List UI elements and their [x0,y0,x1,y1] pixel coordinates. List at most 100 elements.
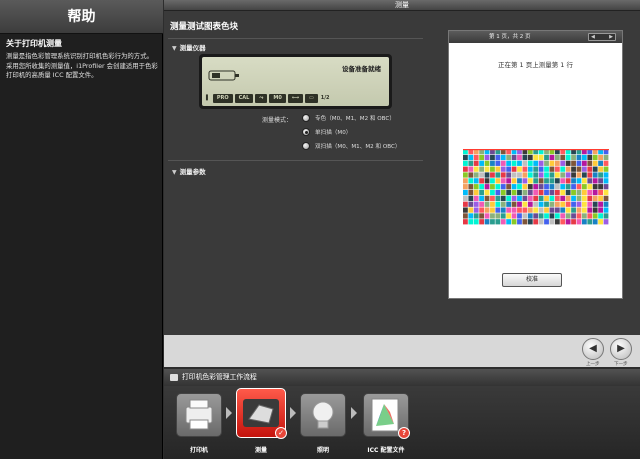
color-patch [533,184,539,190]
color-patch [592,160,598,166]
color-patch [490,160,495,166]
color-patch [517,207,522,213]
color-patch [511,195,517,202]
color-patch [495,189,501,196]
color-patch [495,207,501,213]
section-divider [168,160,423,161]
color-patch [538,154,544,161]
color-patch [506,219,512,225]
color-patch [490,166,495,172]
color-patch [517,189,522,196]
mode-option-label: 专色（M0、M1、M2 和 OBC） [315,116,395,122]
workflow-step-lighting[interactable] [300,393,346,437]
light-bulb-icon [312,401,334,429]
color-patch [565,213,571,219]
page-navigator[interactable]: ◀ ▶ [588,33,616,41]
color-patch [511,172,517,178]
color-patch [544,172,549,178]
color-patch [603,166,609,172]
spectrophotometer-icon [208,70,239,81]
workflow-step-icc-profile[interactable]: ? [363,393,410,439]
workflow-step-measure[interactable]: ✓ [236,388,287,439]
color-patch [533,154,539,161]
color-patch [576,166,582,172]
color-patch [500,166,506,172]
next-page-icon[interactable]: ▶ [609,34,613,40]
color-patch [592,189,598,196]
color-patch [473,201,479,207]
color-patch [538,207,544,213]
color-patch [592,213,598,219]
color-patch [598,166,603,172]
color-patch [527,172,533,178]
color-patch [571,154,576,161]
color-patch [490,154,495,161]
color-patch [473,154,479,161]
color-patch [560,172,566,178]
color-patch [549,213,555,219]
color-patch [598,154,603,161]
next-button[interactable]: ▶ [610,338,632,360]
color-patch [527,154,533,161]
lcd-pro-segment: PRO [212,93,233,103]
color-patch [506,189,512,196]
color-patch [587,166,593,172]
lcd-mode-icon: ▌ [206,94,210,101]
radio-single-scan[interactable] [302,128,310,136]
color-patch [603,184,609,190]
color-patch [522,219,528,225]
color-patch [479,172,485,178]
page-title: 测量测试图表色块 [170,22,239,32]
color-patch [473,166,479,172]
mode-option-single-scan[interactable]: 单扫描（M0） [302,128,351,136]
color-patch [581,160,587,166]
color-patch [576,154,582,161]
color-patch [544,154,549,161]
workflow-step-printer[interactable] [176,393,222,437]
color-patch [587,219,593,225]
radio-dual-scan[interactable] [302,142,310,150]
color-patch [554,160,560,166]
color-patch [468,160,474,166]
color-patch [479,207,485,213]
color-patch [527,207,533,213]
mode-option-spot[interactable]: 专色（M0、M1、M2 和 OBC） [302,114,395,122]
color-patch [500,201,506,207]
params-section-title: 测量参数 [179,168,206,176]
color-patch [527,213,533,219]
previous-button[interactable]: ◀ [582,338,604,360]
device-section-header[interactable]: ▼ 测量仪器 [172,42,206,52]
color-patch [463,201,468,207]
params-section-header[interactable]: ▼ 测量参数 [172,166,206,176]
color-patch [554,172,560,178]
color-patch [527,189,533,196]
color-patch [468,166,474,172]
color-patch [490,219,495,225]
color-patch [538,160,544,166]
color-patch [522,213,528,219]
calibrate-button[interactable]: 校准 [502,273,562,287]
color-patch [479,166,485,172]
color-patch [571,184,576,190]
color-patch [506,207,512,213]
color-patch [484,195,490,202]
color-patch [565,172,571,178]
color-patch [603,219,609,225]
color-patch [484,160,490,166]
color-patch [463,166,468,172]
color-patch [592,195,598,202]
warning-badge-icon: ? [398,427,410,439]
color-patch [603,160,609,166]
color-patch [506,184,512,190]
radio-spot[interactable] [302,114,310,122]
color-patch [603,207,609,213]
color-patch [538,184,544,190]
color-patch [495,178,501,184]
color-patch [544,213,549,219]
mode-option-dual-scan[interactable]: 双扫描（M0、M1、M2 和 OBC） [302,142,401,150]
prev-page-icon[interactable]: ◀ [591,34,595,40]
color-patch [533,213,539,219]
color-patch [560,189,566,196]
printer-small-icon [170,374,178,381]
color-patch [554,219,560,225]
